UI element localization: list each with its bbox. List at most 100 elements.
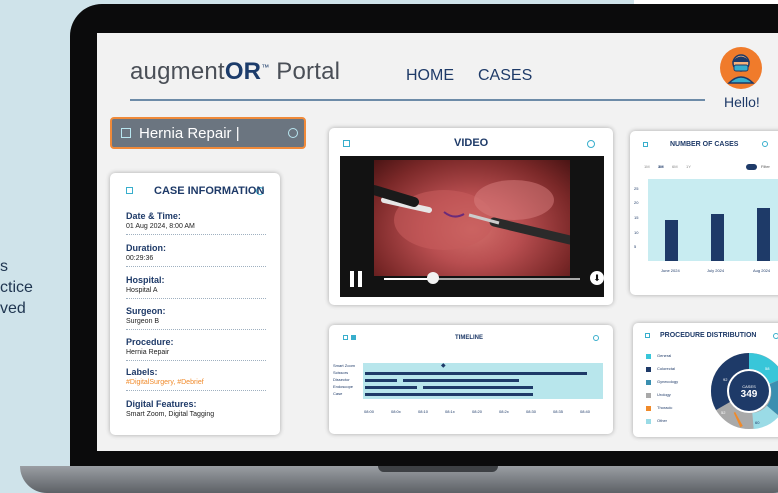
legend-label: Urology (657, 392, 671, 397)
info-value: Hernia Repair (126, 349, 170, 356)
legend-item: Thoracic (646, 405, 716, 413)
video-scrubber-handle[interactable] (427, 272, 439, 284)
legend-label: General (657, 353, 672, 358)
info-surgeon: Surgeon: Surgeon B (126, 306, 266, 330)
timeline-bar[interactable] (423, 386, 533, 389)
slice-label: 92 (723, 377, 728, 382)
timeline-row-label: Scissors (333, 370, 349, 375)
range-1y[interactable]: 1Y (686, 164, 691, 169)
info-value[interactable]: #DigitalSurgery, #Debrief (126, 379, 266, 386)
range-1m[interactable]: 1M (644, 164, 650, 169)
circle-icon (593, 335, 599, 341)
background-caption-line: ved (0, 300, 26, 317)
procedure-donut-chart[interactable]: CASES 349 58 72 60 52 92 (709, 351, 778, 431)
legend-label: Thoracic (657, 405, 673, 410)
donut-slice-gynecology[interactable] (766, 380, 778, 415)
download-icon[interactable]: ⬇ (590, 271, 604, 285)
user-avatar[interactable] (720, 47, 762, 89)
legend-item: Gynecology (646, 379, 716, 387)
donut-slice-thoracic[interactable] (733, 411, 743, 428)
info-value: 01 Aug 2024, 8:00 AM (126, 223, 195, 230)
info-hospital: Hospital: Hospital A (126, 275, 266, 299)
info-value: 00:29:36 (126, 255, 154, 262)
info-label: Duration: (126, 243, 166, 253)
portal-screen: augmentOR™ Portal HOME CASES Hello! Hern… (97, 33, 778, 451)
timeline-row-label: Endoscope (333, 384, 354, 389)
timeline-tick: 08:40 (580, 409, 591, 414)
background-caption-line: ctice (0, 279, 33, 296)
background-caption: s ctice ved (0, 256, 33, 319)
background-caption-line: s (0, 258, 8, 275)
range-6m[interactable]: 6M (672, 164, 678, 169)
info-label: Digital Features: (126, 399, 197, 409)
legend-swatch (646, 367, 651, 372)
procedure-distribution-title: PROCEDURE DISTRIBUTION (660, 332, 757, 339)
info-value: Surgeon B (126, 318, 160, 325)
timeline-bar[interactable] (365, 386, 417, 389)
info-label: Date & Time: (126, 211, 181, 221)
case-search-input[interactable]: Hernia Repair | (110, 117, 306, 149)
timeline-row-label: Case (333, 391, 343, 396)
timeline-row-label: Smart Zoom (333, 363, 356, 368)
nav-cases[interactable]: CASES (478, 67, 532, 85)
legend-item: Urology (646, 392, 716, 400)
cases-bar[interactable] (756, 208, 770, 261)
legend-label: Gynecology (657, 379, 679, 384)
nav-home[interactable]: HOME (406, 67, 454, 85)
y-tick-label: 25 (634, 185, 639, 191)
timeline-tick: 08:00 (364, 409, 375, 414)
logo-suffix: Portal (269, 58, 341, 85)
slice-label: 52 (721, 410, 726, 415)
divider (126, 298, 266, 299)
timeline-bar[interactable] (365, 379, 397, 382)
y-tick-label: 10 (634, 229, 639, 235)
timeline-tick: 08:2x (499, 409, 509, 414)
slice-label: 60 (755, 420, 760, 425)
filter-toggle[interactable] (746, 164, 757, 170)
legend-swatch (646, 419, 651, 424)
square-icon (643, 142, 648, 147)
donut-center-value: 349 (741, 389, 758, 400)
info-label: Labels: (126, 367, 158, 377)
cases-bar[interactable] (664, 220, 678, 261)
square-icon (351, 335, 356, 340)
surgery-illustration (369, 180, 575, 250)
square-icon (343, 140, 350, 147)
timeline-bar[interactable] (365, 393, 533, 396)
smart-zoom-marker[interactable]: ◆ (441, 362, 446, 369)
logo-bold: OR (224, 58, 262, 85)
timeline-tick: 08:20 (472, 409, 483, 414)
info-label: Hospital: (126, 275, 165, 285)
timeline-tick: 08:35 (553, 409, 564, 414)
number-of-cases-title: NUMBER OF CASES (670, 141, 739, 148)
y-tick-label: 5 (634, 244, 637, 250)
checkbox-icon (121, 128, 131, 138)
divider (126, 360, 266, 361)
timeline-tick: 08:0x (391, 409, 401, 414)
circle-icon (288, 128, 298, 138)
video-player[interactable]: ⬇ (340, 156, 604, 297)
info-procedure: Procedure: Hernia Repair (126, 337, 266, 361)
timeline-tick: 08:1x (445, 409, 455, 414)
divider (126, 266, 266, 267)
portal-logo[interactable]: augmentOR™ Portal (130, 58, 340, 86)
cases-bar[interactable] (710, 214, 724, 261)
logo-prefix: augment (130, 58, 225, 85)
greeting: Hello! (724, 94, 760, 110)
legend-swatch (646, 393, 651, 398)
timeline-bar[interactable] (403, 379, 519, 382)
timeline-bar[interactable] (365, 372, 587, 375)
divider (126, 329, 266, 330)
square-icon (126, 187, 133, 194)
x-tick-label: July 2024 (707, 268, 725, 273)
pause-icon[interactable] (350, 271, 354, 287)
number-of-cases-card: NUMBER OF CASES 1M 3M 6M 1Y Filter June … (630, 131, 778, 295)
x-tick-label: June 2024 (661, 268, 680, 273)
video-scrubber-progress (384, 278, 433, 280)
range-3m[interactable]: 3M (658, 164, 664, 169)
legend-swatch (646, 380, 651, 385)
legend-item: Other (646, 418, 716, 426)
legend-item: Colorectal (646, 366, 716, 374)
circle-icon (587, 140, 595, 148)
timeline-card: TIMELINE Smart Zoom Scissors Dissector E… (329, 325, 613, 434)
